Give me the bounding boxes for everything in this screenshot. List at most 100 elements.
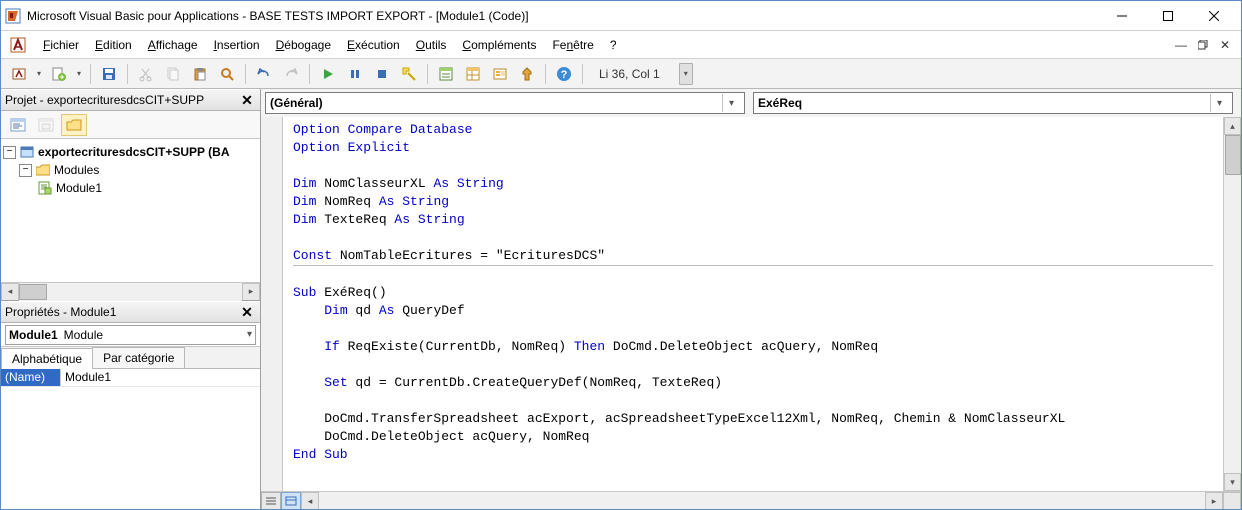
doc-restore-button[interactable] [1193, 35, 1213, 55]
tree-toggle-root[interactable]: − [3, 146, 16, 159]
doc-close-button[interactable]: ✕ [1215, 35, 1235, 55]
code-hscroll-left[interactable]: ◂ [301, 492, 319, 509]
run-button[interactable] [316, 62, 340, 86]
view-access-button[interactable] [7, 62, 31, 86]
cut-button[interactable] [134, 62, 158, 86]
code-line[interactable]: Dim NomClasseurXL As String [293, 175, 1213, 193]
code-line[interactable]: Dim qd As QueryDef [293, 302, 1213, 320]
properties-window-button[interactable] [461, 62, 485, 86]
properties-object-selector[interactable]: Module1 Module ▾ [1, 323, 260, 347]
view-code-button[interactable] [5, 114, 31, 136]
object-browser-button[interactable] [488, 62, 512, 86]
project-pane-close[interactable]: ✕ [238, 91, 256, 109]
code-line[interactable] [293, 157, 1213, 175]
menu-excution[interactable]: Exécution [339, 34, 408, 56]
doc-minimize-button[interactable]: — [1171, 35, 1191, 55]
code-editor[interactable]: Option Compare DatabaseOption Explicit D… [283, 117, 1223, 491]
property-value[interactable]: Module1 [61, 369, 260, 386]
paste-button[interactable] [188, 62, 212, 86]
chevron-down-icon[interactable]: ▾ [1210, 94, 1228, 112]
vscroll-down[interactable]: ▾ [1224, 473, 1241, 491]
menu-dbogage[interactable]: Débogage [268, 34, 339, 56]
copy-button[interactable] [161, 62, 185, 86]
code-hscroll-track[interactable] [319, 492, 1205, 509]
code-hscroll-right[interactable]: ▸ [1205, 492, 1223, 509]
procedure-view-button[interactable] [261, 492, 281, 509]
break-button[interactable] [343, 62, 367, 86]
find-button[interactable] [215, 62, 239, 86]
reset-button[interactable] [370, 62, 394, 86]
properties-grid[interactable]: (Name) Module1 [1, 369, 260, 509]
design-mode-button[interactable] [397, 62, 421, 86]
code-line[interactable]: DoCmd.DeleteObject acQuery, NomReq [293, 428, 1213, 446]
code-line[interactable] [293, 356, 1213, 374]
code-line[interactable] [293, 392, 1213, 410]
menu-complments[interactable]: Compléments [454, 34, 544, 56]
vscroll-thumb[interactable] [1225, 135, 1241, 175]
code-margin[interactable] [261, 117, 283, 491]
minimize-button[interactable] [1099, 1, 1145, 31]
tree-module-item[interactable]: Module1 [3, 179, 258, 197]
tree-toggle-modules[interactable]: − [19, 164, 32, 177]
code-pane: (Général) ▾ ExéReq ▾ Option Compare Data… [261, 89, 1241, 509]
view-access-dropdown[interactable]: ▾ [34, 62, 44, 86]
vscroll-track[interactable] [1224, 135, 1241, 473]
menu-fentre[interactable]: Fenêtre [544, 34, 601, 56]
hscroll-right[interactable]: ▸ [242, 283, 260, 301]
undo-button[interactable] [252, 62, 276, 86]
properties-pane-close[interactable]: ✕ [238, 303, 256, 321]
menu-edition[interactable]: Edition [87, 34, 140, 56]
tab-category[interactable]: Par catégorie [92, 347, 185, 368]
code-line[interactable]: Option Explicit [293, 139, 1213, 157]
access-icon [7, 34, 29, 56]
code-vscroll[interactable]: ▴ ▾ [1223, 117, 1241, 491]
project-tree[interactable]: − exportecrituresdcsCIT+SUPP (BA − Modul… [1, 139, 260, 282]
code-line[interactable]: Set qd = CurrentDb.CreateQueryDef(NomReq… [293, 374, 1213, 392]
hscroll-left[interactable]: ◂ [1, 283, 19, 301]
insert-module-button[interactable] [47, 62, 71, 86]
code-line[interactable]: Const NomTableEcritures = "EcrituresDCS" [293, 247, 1213, 266]
view-object-button[interactable] [33, 114, 59, 136]
app-icon [5, 8, 21, 24]
maximize-button[interactable] [1145, 1, 1191, 31]
project-explorer-button[interactable] [434, 62, 458, 86]
code-line[interactable] [293, 320, 1213, 338]
toolbar-overflow[interactable]: ▾ [679, 63, 693, 85]
toolbox-button[interactable] [515, 62, 539, 86]
menu-outils[interactable]: Outils [408, 34, 455, 56]
hscroll-thumb[interactable] [19, 284, 47, 300]
menu-affichage[interactable]: Affichage [140, 34, 206, 56]
properties-pane: Propriétés - Module1 ✕ Module1 Module ▾ … [1, 300, 260, 509]
tree-folder-modules[interactable]: − Modules [3, 161, 258, 179]
toggle-folders-button[interactable] [61, 114, 87, 136]
chevron-down-icon[interactable]: ▾ [722, 94, 740, 112]
project-hscroll[interactable]: ◂ ▸ [1, 282, 260, 300]
object-combo[interactable]: (Général) ▾ [265, 92, 745, 114]
code-line[interactable]: If ReqExiste(CurrentDb, NomReq) Then DoC… [293, 338, 1213, 356]
procedure-combo[interactable]: ExéReq ▾ [753, 92, 1233, 114]
chevron-down-icon[interactable]: ▾ [247, 329, 252, 340]
code-line[interactable]: Sub ExéReq() [293, 284, 1213, 302]
help-button[interactable]: ? [552, 62, 576, 86]
save-button[interactable] [97, 62, 121, 86]
hscroll-track[interactable] [19, 283, 242, 301]
code-line[interactable]: Dim NomReq As String [293, 193, 1213, 211]
code-line[interactable]: DoCmd.TransferSpreadsheet acExport, acSp… [293, 410, 1213, 428]
menu-[interactable]: ? [602, 34, 625, 56]
vscroll-up[interactable]: ▴ [1224, 117, 1241, 135]
tab-alphabetic[interactable]: Alphabétique [1, 348, 93, 369]
property-row[interactable]: (Name) Module1 [1, 369, 260, 387]
code-line[interactable] [293, 229, 1213, 247]
tree-root[interactable]: − exportecrituresdcsCIT+SUPP (BA [3, 143, 258, 161]
insert-module-dropdown[interactable]: ▾ [74, 62, 84, 86]
code-line[interactable] [293, 266, 1213, 284]
full-module-view-button[interactable] [281, 492, 301, 509]
redo-button[interactable] [279, 62, 303, 86]
menu-fichier[interactable]: Fichier [35, 34, 87, 56]
menu-insertion[interactable]: Insertion [206, 34, 268, 56]
code-line[interactable]: Option Compare Database [293, 121, 1213, 139]
window-title: Microsoft Visual Basic pour Applications… [27, 9, 1099, 23]
code-line[interactable]: End Sub [293, 446, 1213, 464]
code-line[interactable]: Dim TexteReq As String [293, 211, 1213, 229]
close-button[interactable] [1191, 1, 1237, 31]
